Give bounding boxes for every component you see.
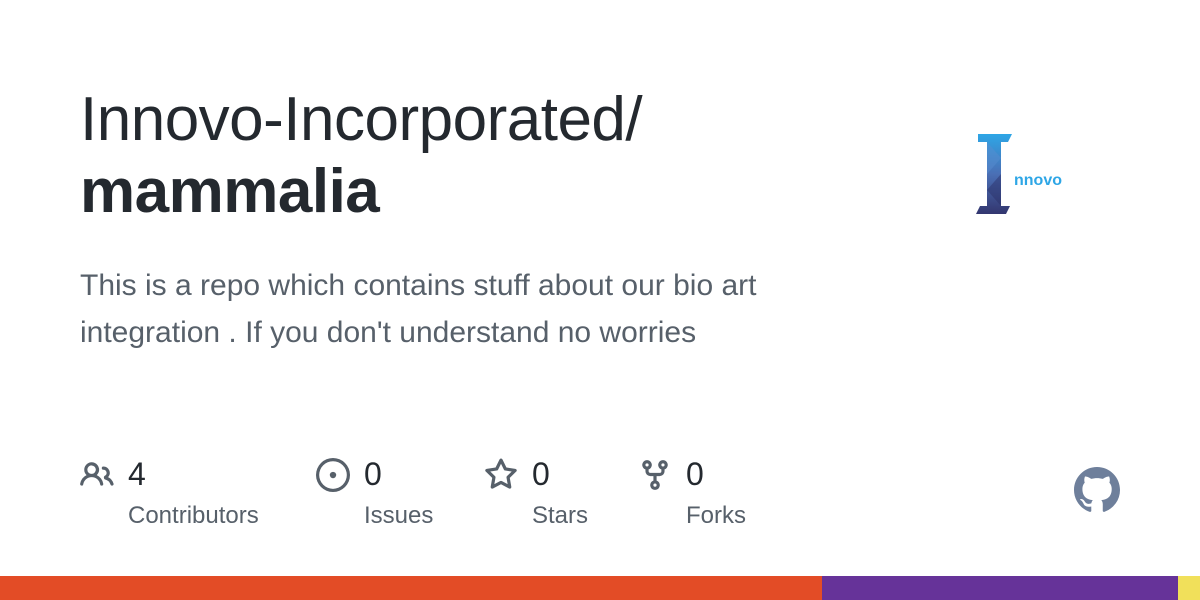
logo-wordmark: nnovo — [1014, 172, 1062, 189]
stat-contributors[interactable]: 4 Contributors — [80, 452, 300, 542]
language-bar — [0, 576, 1200, 600]
repo-forked-icon — [638, 458, 672, 492]
stars-label: Stars — [532, 502, 589, 529]
forks-label: Forks — [686, 502, 746, 529]
repo-owner: Innovo-Incorporated/ — [80, 85, 643, 154]
repo-title: Innovo-Incorporated/ mammalia — [80, 84, 900, 228]
contributors-count: 4 — [128, 456, 146, 492]
github-mark-icon[interactable] — [1074, 467, 1120, 513]
language-segment-2 — [1178, 576, 1200, 600]
repo-description: This is a repo which contains stuff abou… — [80, 269, 757, 349]
contributors-label: Contributors — [128, 502, 259, 529]
stat-stars[interactable]: 0 Stars — [484, 452, 614, 542]
people-icon — [80, 458, 114, 492]
stat-forks[interactable]: 0 Forks — [638, 452, 768, 542]
issues-count: 0 — [364, 456, 382, 492]
forks-count: 0 — [686, 456, 704, 492]
star-icon — [484, 458, 518, 492]
owner-logo: nnovo — [968, 128, 1078, 220]
stars-count: 0 — [532, 456, 550, 492]
repo-name: mammalia — [80, 157, 380, 226]
language-segment-0 — [0, 576, 822, 600]
stat-issues[interactable]: 0 Issues — [316, 452, 456, 542]
language-segment-1 — [822, 576, 1179, 600]
issue-opened-icon — [316, 458, 350, 492]
issues-label: Issues — [364, 502, 434, 529]
